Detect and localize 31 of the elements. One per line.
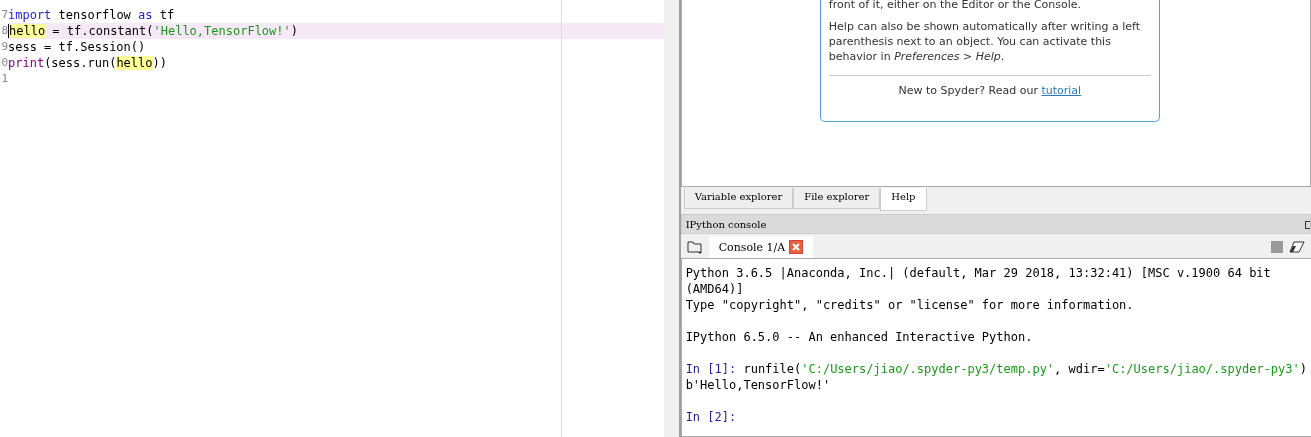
help-paragraph: front of it, either on the Editor or the Console. bbox=[828, 0, 1083, 12]
code-line: import tensorflow as tf bbox=[8, 7, 175, 23]
console-line: b'Hello,TensorFlow!' bbox=[685, 377, 832, 393]
close-icon[interactable] bbox=[789, 240, 804, 254]
console-line: In [1]: runfile('C:/Users/jiao/.spyder-py3/temp.py', wdir='C:/Users/jiao/.spyder-py3') bbox=[685, 361, 1307, 377]
console-output[interactable] bbox=[680, 258, 1311, 437]
pane-tab[interactable]: Variable explorer bbox=[683, 188, 794, 209]
help-paragraph: Help can also be shown automatically after writing a left parenthesis next to an object. You can activate this behavior in Preferences > Help. bbox=[828, 19, 1141, 64]
tutorial-link[interactable]: tutorial bbox=[1041, 84, 1082, 97]
pane-title: IPython console bbox=[685, 218, 768, 230]
code-line: hello = tf.constant('Hello,TensorFlow!') bbox=[9, 23, 298, 39]
console-line: Python 3.6.5 |Anaconda, Inc.| (default, Mar 29 2018, 13:32:41) [MSC v.1900 64 bit (AMD64)] bbox=[685, 265, 1272, 297]
line-number: 9 bbox=[1, 39, 8, 55]
console-line: In [2]: bbox=[685, 409, 738, 425]
text-cursor bbox=[8, 24, 9, 38]
console-line: IPython 6.5.0 -- An enhanced Interactive Python. bbox=[685, 329, 1034, 345]
undock-icon[interactable] bbox=[1305, 219, 1310, 229]
eraser-icon[interactable] bbox=[1289, 241, 1305, 253]
code-line: sess = tf.Session() bbox=[8, 39, 146, 55]
console-line: Type "copyright", "credits" or "license" for more information. bbox=[685, 297, 1135, 313]
console-tab[interactable]: Console 1/A bbox=[708, 236, 814, 258]
line-number: 1 bbox=[1, 71, 8, 87]
code-line: print(sess.run(hello)) bbox=[8, 55, 167, 71]
line-number: 8 bbox=[1, 23, 8, 39]
code-editor[interactable]: 7 8 9 0 1 import tensorflow as tf hello = tf.constant('Hello,TensorFlow!') sess = tf.Session() print(sess.run(hello)) bbox=[0, 0, 664, 437]
folder-icon[interactable] bbox=[686, 240, 703, 254]
pane-tab[interactable]: File explorer bbox=[793, 188, 881, 209]
pane-tab[interactable]: Help bbox=[880, 188, 927, 211]
footer-text: New to Spyder? Read our bbox=[898, 84, 1039, 97]
line-number: 0 bbox=[1, 55, 8, 69]
line-number: 7 bbox=[1, 7, 8, 21]
